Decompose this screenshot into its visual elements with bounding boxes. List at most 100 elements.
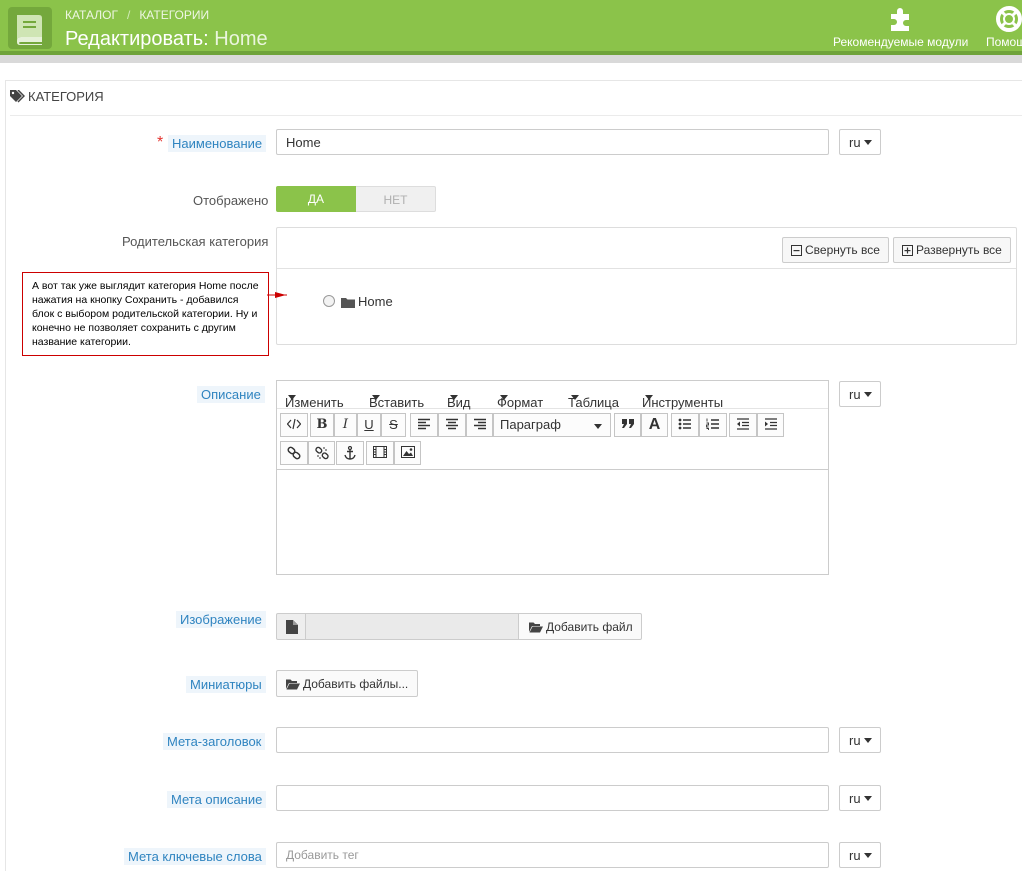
- name-input[interactable]: Home: [276, 129, 829, 155]
- folder-icon: [341, 298, 355, 308]
- expand-all-button[interactable]: Развернуть все: [893, 237, 1011, 263]
- add-file-button[interactable]: Добавить файл: [518, 613, 642, 640]
- chevron-down-icon: [863, 140, 872, 145]
- link-icon: [287, 446, 301, 460]
- indent-button[interactable]: [757, 413, 784, 437]
- editor-menubar: Изменить Вставить Вид Формат Таблица Инс…: [277, 381, 828, 410]
- bold-icon: B: [316, 417, 328, 432]
- text-color-button[interactable]: A: [641, 413, 668, 437]
- breadcrumb-categories[interactable]: КАТЕГОРИИ: [139, 8, 209, 22]
- image-file-field[interactable]: [305, 613, 519, 640]
- name-lang-select[interactable]: ru: [839, 129, 881, 155]
- meta-description-input[interactable]: [276, 785, 829, 811]
- italic-button[interactable]: I: [334, 413, 357, 437]
- active-yes-option[interactable]: ДА: [276, 186, 356, 212]
- meta-title-label: Мета-заголовок: [163, 733, 266, 750]
- top-header: КАТАЛОГ / КАТЕГОРИИ Редактировать: Home Ре…: [0, 0, 1022, 55]
- anchor-button[interactable]: [336, 441, 364, 465]
- description-editor: Изменить Вставить Вид Формат Таблица Инс…: [276, 380, 829, 575]
- thumbnails-label: Миниатюры: [186, 676, 266, 693]
- image-button[interactable]: [394, 441, 421, 465]
- required-mark: *: [157, 134, 164, 151]
- panel-divider: [10, 115, 1022, 116]
- recommended-modules-button[interactable]: Рекомендуемые модули: [833, 6, 968, 49]
- link-button[interactable]: [280, 441, 308, 465]
- active-toggle[interactable]: ДА НЕТ: [276, 186, 436, 212]
- meta-description-lang-value: ru: [849, 791, 861, 806]
- chevron-down-icon: [863, 853, 872, 858]
- text-color-icon: A: [648, 416, 661, 433]
- name-lang-value: ru: [849, 135, 861, 150]
- image-label: Изображение: [176, 611, 266, 628]
- name-label: Наименование: [168, 135, 267, 152]
- file-addon: [276, 613, 306, 640]
- meta-title-lang-value: ru: [849, 733, 861, 748]
- unlink-button[interactable]: [308, 441, 335, 465]
- chevron-down-icon: [645, 395, 653, 400]
- code-icon: [287, 418, 301, 430]
- numbered-list-icon: [706, 418, 719, 430]
- panel-heading: КАТЕГОРИЯ: [10, 89, 104, 104]
- strikethrough-button[interactable]: S: [381, 413, 406, 437]
- description-label: Описание: [197, 386, 265, 403]
- code-button[interactable]: [280, 413, 308, 437]
- annotation-callout: А вот так уже выглядит категория Home по…: [22, 272, 269, 356]
- bullet-list-button[interactable]: [671, 413, 699, 437]
- collapse-all-label: Свернуть все: [805, 243, 880, 257]
- collapse-square-icon: [791, 245, 802, 256]
- book-logo-icon[interactable]: [8, 7, 52, 49]
- underline-button[interactable]: U: [357, 413, 381, 437]
- page-title-object: Home: [214, 28, 268, 50]
- meta-title-input[interactable]: [276, 727, 829, 753]
- outdent-button[interactable]: [729, 413, 757, 437]
- media-button[interactable]: [366, 441, 394, 465]
- anchor-icon: [344, 446, 356, 460]
- add-files-button[interactable]: Добавить файлы...: [276, 670, 418, 697]
- header-shadow: [0, 55, 1022, 63]
- numbered-list-button[interactable]: [699, 413, 727, 437]
- chevron-down-icon: [863, 392, 872, 397]
- meta-keywords-lang-select[interactable]: ru: [839, 842, 881, 868]
- meta-title-lang-select[interactable]: ru: [839, 727, 881, 753]
- align-left-icon: [418, 418, 430, 430]
- format-select[interactable]: Параграф: [493, 413, 611, 437]
- editor-content-area[interactable]: [277, 469, 828, 574]
- page-title-action: Редактировать:: [65, 28, 209, 50]
- menu-tools-label: Инструменты: [642, 395, 724, 410]
- tags-icon: [10, 89, 26, 103]
- description-lang-value: ru: [849, 387, 861, 402]
- align-right-button[interactable]: [466, 413, 493, 437]
- lifebuoy-icon: [996, 6, 1022, 32]
- meta-description-label: Мета описание: [167, 791, 267, 808]
- italic-icon: I: [342, 417, 349, 432]
- media-icon: [373, 446, 387, 458]
- chevron-down-icon: [863, 738, 872, 743]
- expand-square-icon: [902, 245, 913, 256]
- chevron-down-icon: [372, 395, 380, 400]
- folder-open-icon: [529, 622, 543, 633]
- image-icon: [400, 446, 415, 458]
- description-lang-select[interactable]: ru: [839, 381, 881, 407]
- align-left-button[interactable]: [410, 413, 438, 437]
- help-button[interactable]: Помощь: [986, 6, 1022, 49]
- blockquote-button[interactable]: [614, 413, 641, 437]
- meta-description-lang-select[interactable]: ru: [839, 785, 881, 811]
- active-no-option[interactable]: НЕТ: [356, 186, 436, 212]
- bullet-list-icon: [678, 418, 691, 430]
- annotation-arrow-icon: [267, 292, 287, 298]
- breadcrumb: КАТАЛОГ / КАТЕГОРИИ: [65, 8, 209, 22]
- align-center-icon: [446, 418, 458, 430]
- parent-category-tree: Свернуть все Развернуть все Home: [276, 227, 1017, 345]
- page-title: Редактировать: Home: [65, 28, 268, 51]
- breadcrumb-catalog[interactable]: КАТАЛОГ: [65, 8, 118, 22]
- tree-node-radio[interactable]: [323, 295, 335, 307]
- help-label: Помощь: [986, 35, 1022, 49]
- meta-keywords-input[interactable]: Добавить тег: [276, 842, 829, 868]
- align-center-button[interactable]: [438, 413, 466, 437]
- bold-button[interactable]: B: [310, 413, 334, 437]
- tree-node-label: Home: [358, 294, 393, 309]
- active-label: Отображено: [193, 193, 269, 208]
- tree-toolbar: Свернуть все Развернуть все: [277, 228, 1016, 269]
- tree-node-home[interactable]: Home: [323, 294, 393, 309]
- collapse-all-button[interactable]: Свернуть все: [782, 237, 889, 263]
